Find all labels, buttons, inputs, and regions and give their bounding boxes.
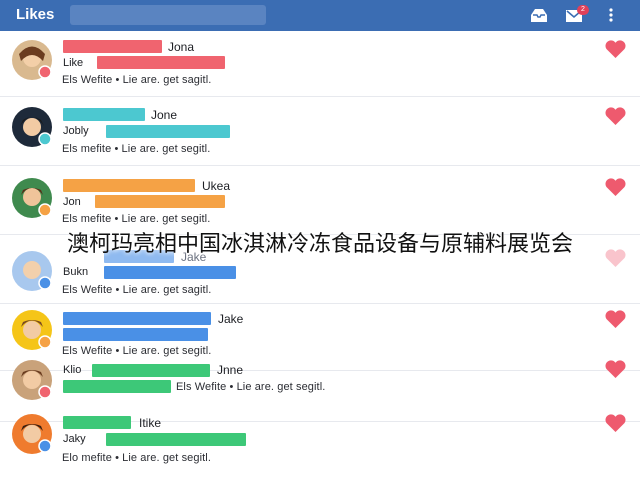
- item-meta: Els mefite • Lie are. get segitl.: [62, 213, 211, 225]
- name-highlight: [63, 312, 211, 325]
- avatar: [12, 107, 52, 147]
- name-highlight: [92, 364, 210, 377]
- heart-icon[interactable]: [604, 39, 627, 59]
- search-field[interactable]: [70, 5, 266, 25]
- handle-highlight: [63, 380, 171, 393]
- user-handle: Like: [63, 57, 84, 69]
- name-highlight: [63, 179, 195, 192]
- item-meta: Els Wefite • Lie are. get sagitl.: [62, 284, 212, 296]
- user-name[interactable]: Jona: [168, 40, 194, 54]
- notification-badge: 2: [577, 5, 589, 15]
- item-meta: Els mefite • Lie are. get segitl.: [62, 143, 211, 155]
- overlay-caption: 澳柯玛亮相中国冰淇淋冷冻食品设备与原辅料展览会: [66, 232, 573, 257]
- handle-highlight: [104, 266, 236, 279]
- handle-highlight: [106, 433, 246, 446]
- heart-icon[interactable]: [604, 177, 627, 197]
- app-bar: Likes 2: [0, 0, 640, 31]
- user-name[interactable]: Itike: [139, 416, 161, 430]
- heart-icon[interactable]: [604, 413, 627, 433]
- item-meta: Els Wefite • Lie are. get segitl.: [176, 381, 326, 393]
- avatar: [12, 310, 52, 350]
- name-highlight: [63, 40, 162, 53]
- handle-highlight: [106, 125, 230, 138]
- heart-icon[interactable]: [604, 359, 627, 379]
- avatar: [12, 40, 52, 80]
- user-handle: Jaky: [63, 433, 86, 445]
- heart-icon[interactable]: [604, 106, 627, 126]
- name-highlight: [63, 416, 131, 429]
- page-title: Likes: [16, 6, 55, 23]
- user-handle: Jobly: [63, 125, 89, 137]
- user-name[interactable]: Jnne: [217, 363, 243, 377]
- handle-highlight: [95, 195, 225, 208]
- inbox-icon[interactable]: [529, 6, 549, 24]
- name-highlight: [63, 108, 145, 121]
- user-handle: Jon: [63, 196, 81, 208]
- user-name[interactable]: Jone: [151, 108, 177, 122]
- list-item[interactable]: Itike Jaky Elo mefite • Lie are. get seg…: [0, 408, 640, 474]
- handle-highlight: [97, 56, 225, 69]
- list-item[interactable]: Jona Like Els Wefite • Lie are. get sagi…: [0, 31, 640, 97]
- avatar: [12, 414, 52, 454]
- list-item[interactable]: Jone Jobly Els mefite • Lie are. get seg…: [0, 100, 640, 166]
- avatar: [12, 178, 52, 218]
- item-meta: Elo mefite • Lie are. get segitl.: [62, 452, 212, 464]
- user-name[interactable]: Ukea: [202, 179, 230, 193]
- heart-icon[interactable]: [604, 309, 627, 329]
- item-meta: Els Wefite • Lie are. get sagitl.: [62, 74, 212, 86]
- avatar: [12, 360, 52, 400]
- user-handle: Bukn: [63, 266, 89, 278]
- user-handle: Klio: [63, 364, 82, 376]
- more-vertical-icon[interactable]: [604, 6, 618, 24]
- user-name[interactable]: Jake: [218, 312, 243, 326]
- handle-highlight: [63, 328, 208, 341]
